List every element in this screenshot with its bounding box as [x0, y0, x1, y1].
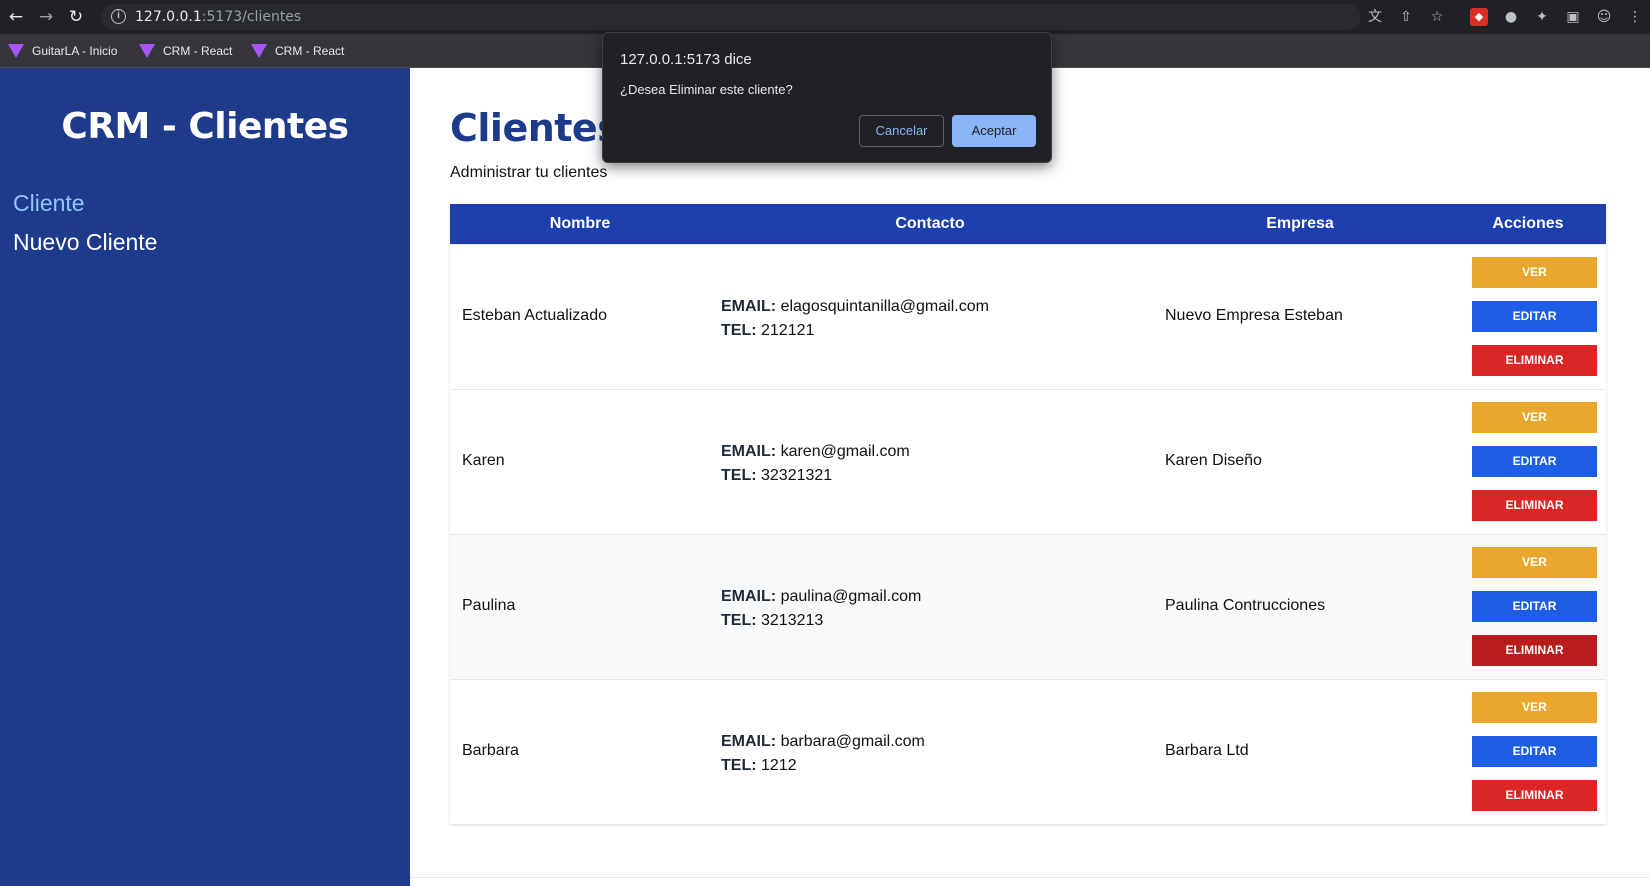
browser-toolbar: ← → ↻ i 127.0.0.1:5173/clientes 文 ⇧ ☆ ◆ …: [0, 0, 1650, 34]
puzzle-icon[interactable]: ✦: [1533, 8, 1551, 26]
header-contacto: Contacto: [895, 215, 965, 232]
view-button[interactable]: VER: [1472, 257, 1597, 288]
email-label: EMAIL:: [721, 733, 777, 750]
client-tel: 3213213: [761, 612, 824, 629]
edit-button[interactable]: EDITAR: [1472, 446, 1597, 477]
menu-dots-icon[interactable]: ⋮: [1626, 8, 1644, 26]
client-company: Karen Diseño: [1165, 452, 1262, 469]
edit-button[interactable]: EDITAR: [1472, 301, 1597, 332]
divider: [410, 877, 1650, 878]
page-title: Clientes: [450, 106, 620, 150]
back-arrow-icon[interactable]: ←: [6, 7, 26, 27]
header-nombre: Nombre: [549, 215, 611, 232]
header-empresa: Empresa: [1266, 215, 1334, 232]
client-name: Karen: [462, 452, 505, 469]
extension-circle-icon[interactable]: ●: [1502, 8, 1520, 26]
share-icon[interactable]: ⇧: [1397, 8, 1415, 26]
email-label: EMAIL:: [721, 443, 777, 460]
vite-logo-icon: [8, 43, 24, 58]
address-bar[interactable]: i 127.0.0.1:5173/clientes: [101, 4, 1361, 30]
cancel-button[interactable]: Cancelar: [859, 115, 944, 147]
tel-label: TEL:: [721, 322, 757, 339]
tel-label: TEL:: [721, 612, 757, 629]
vite-logo-icon: [251, 43, 267, 58]
sidebar: CRM - Clientes Cliente Nuevo Cliente: [0, 68, 410, 886]
delete-button[interactable]: ELIMINAR: [1472, 635, 1597, 666]
email-label: EMAIL:: [721, 588, 777, 605]
client-tel: 32321321: [761, 467, 833, 484]
header-acciones: Acciones: [1492, 215, 1564, 232]
table-row: Paulina EMAIL: paulina@gmail.com TEL: 32…: [450, 534, 1606, 679]
main-content: Clientes Administrar tu clientes Nombre …: [410, 68, 1650, 886]
dialog-message: ¿Desea Eliminar este cliente?: [620, 82, 793, 97]
delete-button[interactable]: ELIMINAR: [1472, 490, 1597, 521]
client-contact: EMAIL: barbara@gmail.com TEL: 1212: [721, 730, 925, 778]
tel-label: TEL:: [721, 757, 757, 774]
client-email: paulina@gmail.com: [780, 588, 922, 605]
client-company: Barbara Ltd: [1165, 742, 1249, 759]
client-company: Paulina Contrucciones: [1165, 597, 1326, 614]
table-row: Esteban Actualizado EMAIL: elagosquintan…: [450, 244, 1606, 389]
reload-icon[interactable]: ↻: [66, 7, 86, 27]
client-contact: EMAIL: elagosquintanilla@gmail.com TEL: …: [721, 295, 989, 343]
clients-table: Nombre Contacto Empresa Acciones Esteban…: [450, 204, 1606, 824]
client-email: barbara@gmail.com: [780, 733, 925, 750]
view-button[interactable]: VER: [1472, 402, 1597, 433]
bookmark-item[interactable]: CRM - React: [139, 43, 232, 59]
dialog-title: 127.0.0.1:5173 dice: [620, 51, 752, 68]
view-button[interactable]: VER: [1472, 692, 1597, 723]
sidebar-link-cliente[interactable]: Cliente: [13, 190, 85, 217]
client-tel: 1212: [761, 757, 797, 774]
edit-button[interactable]: EDITAR: [1472, 591, 1597, 622]
client-name: Barbara: [462, 742, 519, 759]
sidebar-title: CRM - Clientes: [61, 106, 349, 147]
view-button[interactable]: VER: [1472, 547, 1597, 578]
client-name: Paulina: [462, 597, 516, 614]
table-row: Barbara EMAIL: barbara@gmail.com TEL: 12…: [450, 679, 1606, 824]
table-row: Karen EMAIL: karen@gmail.com TEL: 323213…: [450, 389, 1606, 534]
accept-button[interactable]: Aceptar: [952, 115, 1036, 147]
client-email: elagosquintanilla@gmail.com: [780, 298, 989, 315]
tel-label: TEL:: [721, 467, 757, 484]
side-panel-icon[interactable]: ▣: [1564, 8, 1582, 26]
client-tel: 212121: [761, 322, 815, 339]
profile-icon[interactable]: ☺: [1595, 8, 1613, 26]
bookmark-item[interactable]: CRM - React: [251, 43, 344, 59]
delete-button[interactable]: ELIMINAR: [1472, 780, 1597, 811]
client-contact: EMAIL: karen@gmail.com TEL: 32321321: [721, 440, 910, 488]
delete-button[interactable]: ELIMINAR: [1472, 345, 1597, 376]
url-text: 127.0.0.1:5173/clientes: [135, 9, 302, 25]
vite-logo-icon: [139, 43, 155, 58]
extension-icon[interactable]: ◆: [1470, 8, 1488, 26]
client-email: karen@gmail.com: [780, 443, 910, 460]
sidebar-link-nuevo-cliente[interactable]: Nuevo Cliente: [13, 229, 157, 256]
bookmark-item[interactable]: GuitarLA - Inicio: [8, 43, 117, 59]
edit-button[interactable]: EDITAR: [1472, 736, 1597, 767]
client-company: Nuevo Empresa Esteban: [1165, 307, 1343, 324]
table-header: Nombre Contacto Empresa Acciones: [450, 204, 1606, 244]
client-name: Esteban Actualizado: [462, 307, 607, 324]
translate-icon[interactable]: 文: [1366, 8, 1384, 26]
forward-arrow-icon[interactable]: →: [36, 7, 56, 27]
site-info-icon[interactable]: i: [111, 9, 126, 24]
client-contact: EMAIL: paulina@gmail.com TEL: 3213213: [721, 585, 921, 633]
confirm-dialog: 127.0.0.1:5173 dice ¿Desea Eliminar este…: [602, 32, 1052, 163]
page-subtitle: Administrar tu clientes: [450, 164, 608, 181]
bookmark-star-icon[interactable]: ☆: [1428, 8, 1446, 26]
email-label: EMAIL:: [721, 298, 777, 315]
